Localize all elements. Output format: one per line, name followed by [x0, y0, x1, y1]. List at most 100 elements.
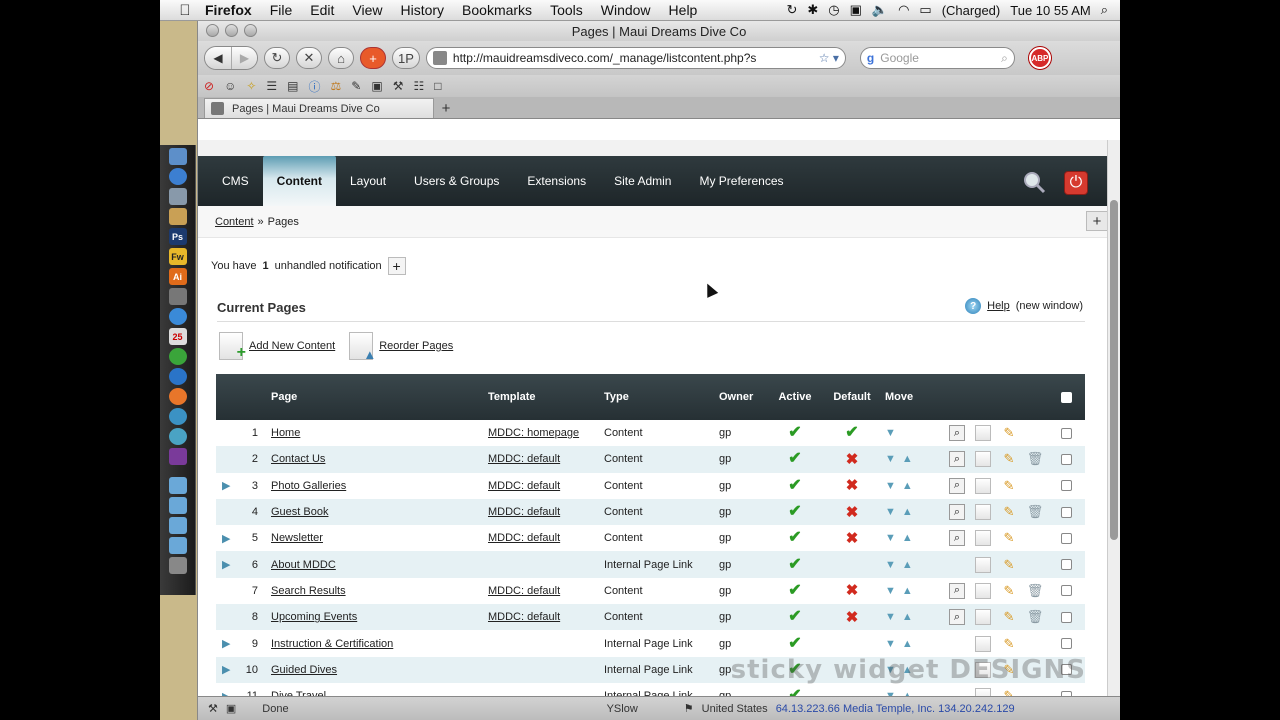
search-input[interactable]: Google	[880, 51, 995, 65]
move-down-icon[interactable]: ▼	[885, 638, 896, 650]
help-link[interactable]: Help	[987, 300, 1010, 312]
active-check-icon[interactable]: ✔	[788, 451, 801, 467]
time-machine-icon[interactable]: ◷	[828, 2, 839, 18]
yslow-label[interactable]: YSlow	[607, 703, 638, 715]
copy-page-icon[interactable]	[975, 582, 991, 599]
active-check-icon[interactable]: ✔	[788, 530, 801, 546]
view-page-icon[interactable]: ⌕	[949, 451, 965, 468]
active-check-icon[interactable]: ✔	[788, 609, 801, 625]
statusbar-firebug-icon[interactable]: ▣	[226, 702, 236, 715]
bluetooth-icon[interactable]: ✱	[807, 2, 818, 18]
outline-icon[interactable]: ✎	[351, 79, 361, 93]
wifi-icon[interactable]: ◠	[898, 2, 909, 18]
active-check-icon[interactable]: ✔	[788, 635, 801, 652]
view-page-icon[interactable]: ⌕	[949, 477, 965, 494]
time-machine-app-icon[interactable]	[168, 428, 187, 445]
photoshop-icon[interactable]: Ps	[168, 228, 187, 245]
row-checkbox[interactable]	[1060, 585, 1072, 597]
menu-tools[interactable]: Tools	[541, 2, 592, 18]
edit-pencil-icon[interactable]: ✎	[1001, 425, 1017, 441]
app-icon[interactable]	[168, 288, 187, 305]
cms-nav-users-groups[interactable]: Users & Groups	[400, 156, 513, 206]
page-link[interactable]: Upcoming Events	[271, 611, 357, 623]
firefox-icon[interactable]	[168, 388, 187, 405]
set-default-cross-icon[interactable]: ✖	[846, 452, 859, 467]
add-content-icon[interactable]: +	[219, 332, 246, 361]
expand-row-icon[interactable]: ▶	[222, 525, 236, 551]
row-checkbox[interactable]	[1060, 611, 1072, 623]
copy-page-icon[interactable]	[975, 477, 991, 494]
home-button[interactable]: ⌂	[328, 47, 354, 69]
move-up-icon[interactable]: ▲	[902, 532, 913, 544]
copy-page-icon[interactable]	[975, 530, 991, 547]
resize-icon[interactable]: ▣	[371, 79, 382, 93]
cms-nav-my-preferences[interactable]: My Preferences	[685, 156, 797, 206]
page-link[interactable]: Search Results	[271, 585, 346, 597]
copy-page-icon[interactable]	[975, 556, 991, 573]
template-link[interactable]: MDDC: default	[488, 453, 560, 465]
template-link[interactable]: MDDC: default	[488, 611, 560, 623]
help-icon[interactable]: ?	[965, 298, 982, 314]
illustrator-icon[interactable]: Ai	[168, 268, 187, 285]
cms-nav-layout[interactable]: Layout	[336, 156, 400, 206]
page-link[interactable]: Guest Book	[271, 506, 328, 518]
row-checkbox[interactable]	[1060, 480, 1072, 492]
menu-file[interactable]: File	[261, 2, 302, 18]
move-down-icon[interactable]: ▼	[885, 585, 896, 597]
menu-history[interactable]: History	[391, 2, 453, 18]
cms-nav-content[interactable]: Content	[262, 156, 336, 206]
view-page-icon[interactable]: ⌕	[949, 582, 965, 599]
zoom-window-button[interactable]	[244, 24, 257, 37]
move-up-icon[interactable]: ▲	[902, 480, 913, 492]
page-link[interactable]: Photo Galleries	[271, 480, 346, 492]
row-checkbox[interactable]	[1060, 506, 1072, 518]
delete-trash-icon[interactable]: 🗑	[1027, 609, 1044, 625]
trash-icon[interactable]	[168, 557, 187, 574]
delete-trash-icon[interactable]: 🗑	[1027, 583, 1044, 599]
set-default-cross-icon[interactable]: ✖	[846, 531, 859, 546]
copy-page-icon[interactable]	[975, 609, 991, 626]
menu-help[interactable]: Help	[660, 2, 707, 18]
reorder-icon[interactable]: ▲	[349, 332, 376, 362]
move-up-icon[interactable]: ▲	[902, 638, 913, 650]
add-new-content-link[interactable]: Add New Content	[249, 340, 335, 352]
page-link[interactable]: Home	[271, 427, 300, 439]
view-page-icon[interactable]: ⌕	[949, 504, 965, 521]
move-down-icon[interactable]: ▼	[885, 453, 896, 465]
url-bar[interactable]: http://mauidreamsdiveco.com/_manage/list…	[425, 47, 846, 69]
tab-pages[interactable]: Pages | Maui Dreams Dive Co	[204, 98, 434, 118]
row-checkbox[interactable]	[1060, 532, 1072, 544]
set-default-cross-icon[interactable]: ✖	[846, 583, 859, 598]
menu-edit[interactable]: Edit	[301, 2, 343, 18]
cms-nav-site-admin[interactable]: Site Admin	[600, 156, 685, 206]
itunes-icon[interactable]	[168, 308, 187, 325]
set-default-cross-icon[interactable]: ✖	[846, 610, 859, 625]
adblock-button[interactable]: ABP	[1028, 47, 1051, 69]
template-link[interactable]: MDDC: homepage	[488, 427, 579, 439]
move-down-icon[interactable]: ▼	[885, 559, 896, 571]
page-link[interactable]: Instruction & Certification	[271, 638, 393, 650]
google-icon[interactable]: g	[867, 51, 874, 65]
edit-pencil-icon[interactable]: ✎	[1001, 530, 1017, 546]
new-tab-button[interactable]: +	[434, 98, 458, 118]
back-button[interactable]: ◀	[205, 47, 231, 69]
select-all-checkbox[interactable]	[1060, 391, 1072, 403]
copy-page-icon[interactable]	[975, 504, 991, 521]
row-checkbox[interactable]	[1060, 559, 1072, 571]
safari-icon[interactable]	[168, 168, 187, 185]
menu-bookmarks[interactable]: Bookmarks	[453, 2, 541, 18]
template-link[interactable]: MDDC: default	[488, 585, 560, 597]
folder-icon[interactable]	[168, 477, 187, 494]
options-icon[interactable]: □	[434, 79, 441, 93]
wand-icon[interactable]: ✧	[246, 79, 256, 93]
move-up-icon[interactable]: ▲	[902, 611, 913, 623]
sync-icon[interactable]: ↻	[786, 2, 797, 18]
stop-button[interactable]: ✕	[296, 47, 322, 69]
onepassword-button[interactable]: 1P	[392, 47, 420, 69]
active-check-icon[interactable]: ✔	[788, 477, 801, 494]
volume-icon[interactable]: 🔈	[872, 2, 888, 18]
information-icon[interactable]: ⓘ	[309, 78, 321, 95]
app-icon-2[interactable]	[168, 448, 187, 465]
move-up-icon[interactable]: ▲	[902, 559, 913, 571]
expand-notification-button[interactable]: +	[387, 257, 406, 275]
